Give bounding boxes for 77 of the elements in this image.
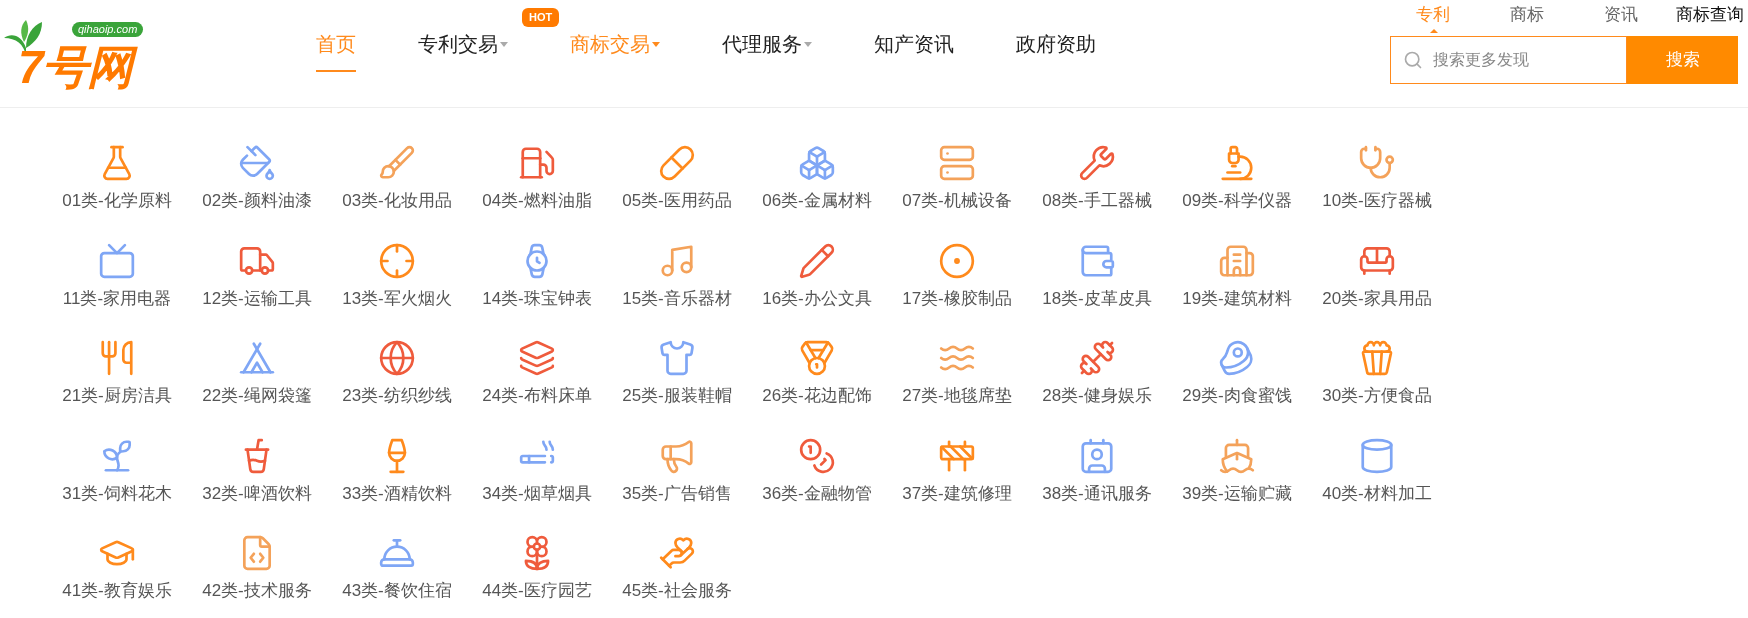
stethoscope-icon[interactable] [1358, 144, 1396, 182]
paint-bucket-icon[interactable] [238, 144, 276, 182]
category-link[interactable]: 01类-化学原料 [62, 188, 172, 214]
category-link[interactable]: 10类-医疗器械 [1322, 188, 1432, 214]
logo-wordmark: 7号网 [18, 40, 143, 96]
category-link[interactable]: 18类-皮革皮具 [1042, 285, 1152, 311]
coins-icon[interactable] [798, 436, 836, 475]
category-link[interactable]: 02类-颜料油漆 [202, 188, 312, 214]
wrench-icon[interactable] [1078, 144, 1116, 182]
crosshair-icon[interactable] [378, 241, 416, 280]
category-link[interactable]: 42类-技术服务 [202, 578, 312, 604]
category-link[interactable]: 09类-科学仪器 [1182, 188, 1292, 214]
medal-icon[interactable] [798, 339, 836, 377]
microscope-icon[interactable] [1218, 144, 1256, 182]
category-link[interactable]: 22类-绳网袋篷 [202, 383, 312, 409]
category-link[interactable]: 04类-燃料油脂 [482, 188, 592, 214]
category-link[interactable]: 07类-机械设备 [902, 188, 1012, 214]
utensils-icon[interactable] [98, 339, 136, 377]
hand-heart-icon[interactable] [658, 534, 696, 572]
category-link[interactable]: 19类-建筑材料 [1182, 285, 1292, 311]
category-link[interactable]: 23类-纺织纱线 [342, 383, 452, 409]
category-link[interactable]: 45类-社会服务 [622, 578, 732, 604]
category-link[interactable]: 33类-酒精饮料 [342, 480, 452, 506]
category-link[interactable]: 26类-花边配饰 [762, 383, 872, 409]
category-link[interactable]: 13类-军火烟火 [342, 285, 452, 311]
trademark-query-link[interactable]: 商标查询 [1676, 2, 1744, 28]
category-link[interactable]: 24类-布料床单 [482, 383, 592, 409]
category-link[interactable]: 25类-服装鞋帽 [622, 383, 732, 409]
category-link[interactable]: 14类-珠宝钟表 [482, 285, 592, 311]
category-link[interactable]: 36类-金融物管 [762, 480, 872, 506]
category-link[interactable]: 30类-方便食品 [1322, 383, 1432, 409]
category-link[interactable]: 08类-手工器械 [1042, 188, 1152, 214]
ship-icon[interactable] [1218, 436, 1256, 475]
category-link[interactable]: 41类-教育娱乐 [62, 578, 172, 604]
category-link[interactable]: 40类-材料加工 [1322, 480, 1432, 506]
category-link[interactable]: 27类-地毯席垫 [902, 383, 1012, 409]
nav-link[interactable]: 专利交易 [418, 30, 508, 72]
pill-icon[interactable] [658, 144, 696, 182]
category-link[interactable]: 32类-啤酒饮料 [202, 480, 312, 506]
logo-domain: qihaoip.com [72, 22, 144, 37]
contact-card-icon[interactable] [1078, 436, 1116, 475]
category-link[interactable]: 28类-健身娱乐 [1042, 383, 1152, 409]
appliance-icon[interactable] [98, 241, 136, 280]
category-link[interactable]: 16类-办公文具 [762, 285, 872, 311]
category-link[interactable]: 12类-运输工具 [202, 285, 312, 311]
dumbbell-icon[interactable] [1078, 339, 1116, 377]
category-link[interactable]: 38类-通讯服务 [1042, 480, 1152, 506]
category-link[interactable]: 05类-医用药品 [622, 188, 732, 214]
boxes-icon[interactable] [798, 144, 836, 182]
nav-link[interactable]: 知产资讯 [874, 30, 954, 72]
category-link[interactable]: 39类-运输贮藏 [1182, 480, 1292, 506]
category-link[interactable]: 20类-家具用品 [1322, 285, 1432, 311]
category-link[interactable]: 34类-烟草烟具 [482, 480, 592, 506]
meat-icon[interactable] [1218, 339, 1256, 377]
category-link[interactable]: 06类-金属材料 [762, 188, 872, 214]
shirt-icon[interactable] [658, 339, 696, 377]
category-link[interactable]: 35类-广告销售 [622, 480, 732, 506]
hot-badge: HOT [522, 8, 560, 27]
category-link[interactable]: 43类-餐饮住宿 [342, 578, 452, 604]
search-tab[interactable]: 资讯 [1604, 2, 1638, 28]
category-link[interactable]: 37类-建筑修理 [902, 480, 1012, 506]
category-link[interactable]: 15类-音乐器材 [622, 285, 732, 311]
category-link[interactable]: 44类-医疗园艺 [482, 578, 592, 604]
search-icon [1403, 50, 1423, 70]
category-link[interactable]: 11类-家用电器 [62, 285, 172, 311]
category-link[interactable]: 29类-肉食蜜饯 [1182, 383, 1292, 409]
pencil-icon[interactable] [798, 241, 836, 280]
category-link[interactable]: 31类-饲料花木 [62, 480, 172, 506]
category-link[interactable]: 17类-橡胶制品 [902, 285, 1012, 311]
category-link[interactable]: 03类-化妆用品 [342, 188, 452, 214]
search-field[interactable]: 搜索更多发现 [1390, 36, 1627, 84]
nav-link[interactable]: 政府资助 [1016, 30, 1096, 72]
category-link[interactable]: 21类-厨房洁具 [62, 383, 172, 409]
brush-icon[interactable] [378, 144, 416, 182]
tent-icon[interactable] [238, 339, 276, 377]
nav-link[interactable]: 代理服务 [722, 30, 812, 72]
search-tab[interactable]: 商标 [1510, 2, 1544, 28]
